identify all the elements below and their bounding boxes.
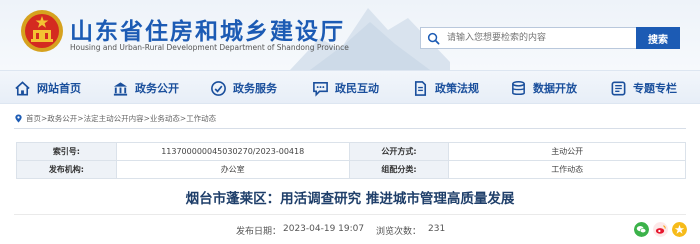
view-count-value: 231 [428, 224, 446, 234]
topic-icon [611, 81, 626, 95]
nav-item-data-open[interactable]: 数据开放 [510, 71, 577, 105]
table-row: 索引号: 11370000004503027​0/2023-00418 公开方式… [16, 142, 686, 161]
national-emblem-icon [21, 10, 63, 52]
index-label: 索引号: [16, 142, 117, 161]
nav-item-label: 政务服务 [233, 82, 277, 95]
publish-date-label: 发布日期： [236, 227, 282, 237]
breadcrumb-statutory[interactable]: 法定主动公开内容 [84, 113, 144, 124]
nav-item-policy[interactable]: 政策法规 [412, 71, 479, 105]
nav-item-interaction[interactable]: 政民互动 [312, 71, 379, 105]
main-nav: 网站首页 政务公开 政务服务 政民互动 政策法规 数据开放 专题专栏 [0, 70, 700, 104]
site-header: 山东省住房和城乡建设厅 Housing and Urban-Rural Deve… [0, 0, 700, 70]
search-input[interactable] [447, 30, 633, 46]
nav-item-label: 专题专栏 [633, 82, 677, 95]
qzone-icon[interactable] [672, 222, 687, 237]
category-value: 工作动态 [448, 160, 686, 179]
table-row: 发布机构: 办公室 组配分类: 工作动态 [16, 160, 686, 179]
nav-item-gov-service[interactable]: 政务服务 [210, 71, 277, 105]
search-box [420, 27, 636, 49]
divider [14, 128, 686, 129]
chat-icon [313, 81, 328, 97]
search-button[interactable]: 搜索 [636, 27, 680, 49]
site-title: 山东省住房和城乡建设厅 [70, 19, 345, 45]
search-icon [427, 32, 440, 45]
location-icon [15, 113, 22, 123]
nav-item-label: 政务公开 [135, 82, 179, 95]
org-value: 办公室 [115, 160, 350, 179]
nav-item-label: 政民互动 [335, 82, 379, 95]
publish-date-value: 2023-04-19 19:07 [283, 224, 365, 234]
breadcrumb-work[interactable]: 工作动态 [186, 113, 216, 124]
index-value: 11370000004503027​0/2023-00418 [115, 142, 350, 161]
document-icon [414, 80, 427, 96]
breadcrumb: 首页 > 政务公开 > 法定主动公开内容 > 业务动态 > 工作动态 [14, 111, 686, 125]
service-icon [211, 80, 226, 96]
weibo-icon[interactable] [653, 222, 668, 237]
nav-item-open-gov[interactable]: 政务公开 [112, 71, 179, 105]
document-meta-table: 索引号: 11370000004503027​0/2023-00418 公开方式… [16, 142, 686, 179]
article-title: 烟台市蓬莱区：用活调查研究 推进城市管理高质量发展 [185, 191, 515, 207]
method-value: 主动公开 [448, 142, 686, 161]
view-count-label: 浏览次数： [376, 227, 422, 237]
category-label: 组配分类: [348, 160, 450, 179]
method-label: 公开方式: [348, 142, 450, 161]
site-subtitle: Housing and Urban-Rural Development Depa… [70, 43, 349, 52]
breadcrumb-home[interactable]: 首页 [26, 113, 41, 124]
divider [14, 214, 686, 215]
wechat-icon[interactable] [634, 222, 649, 237]
breadcrumb-business[interactable]: 业务动态 [150, 113, 180, 124]
building-icon [113, 81, 128, 96]
nav-item-label: 网站首页 [37, 82, 81, 95]
nav-item-label: 数据开放 [533, 82, 577, 95]
database-icon [512, 80, 525, 95]
breadcrumb-open-gov[interactable]: 政务公开 [47, 113, 77, 124]
nav-item-topics[interactable]: 专题专栏 [610, 71, 677, 105]
org-label: 发布机构: [16, 160, 117, 179]
nav-item-home[interactable]: 网站首页 [14, 71, 81, 105]
home-icon [15, 80, 30, 95]
nav-item-label: 政策法规 [435, 82, 479, 95]
